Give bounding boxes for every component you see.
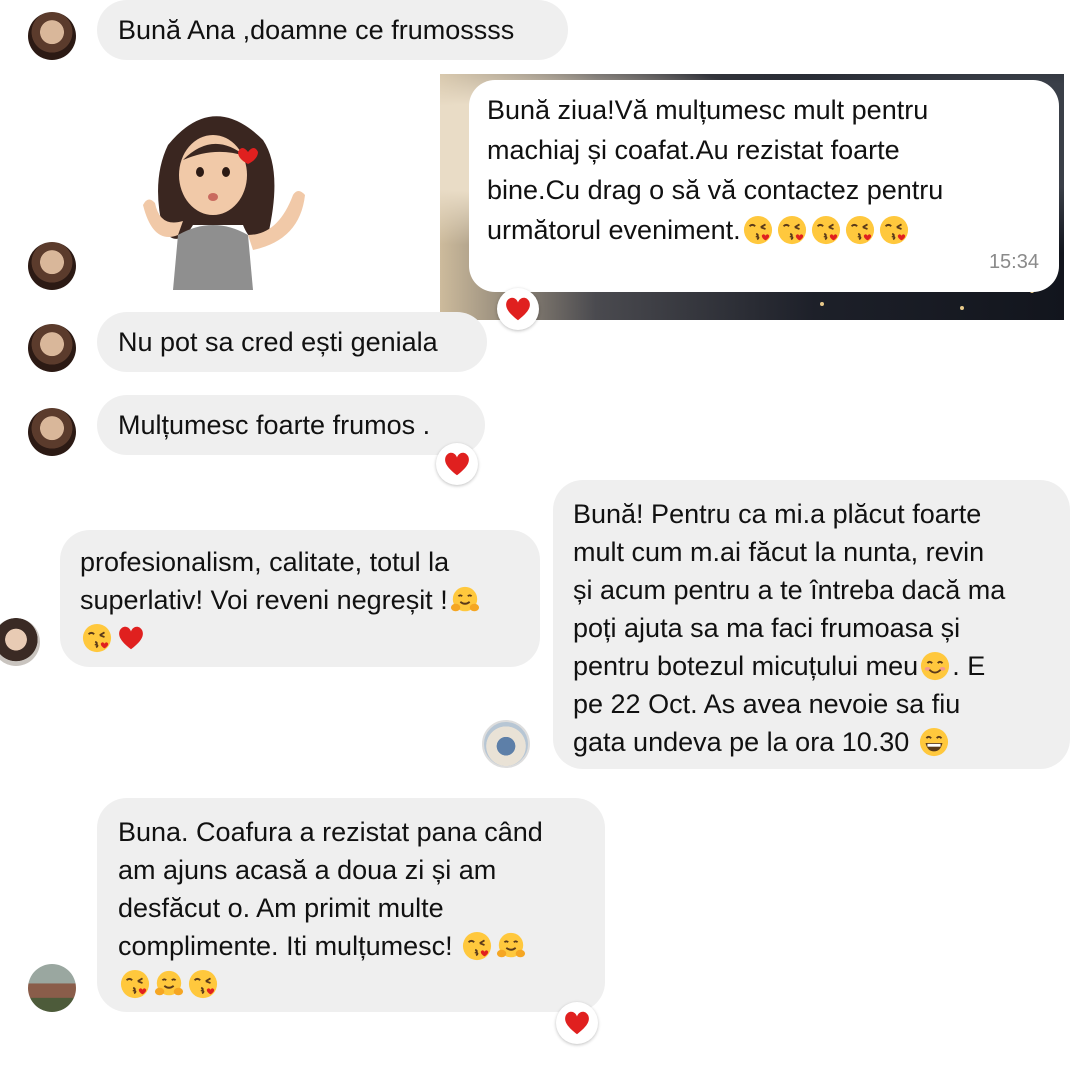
- kissing-heart-emoji: [82, 623, 112, 653]
- message-bubble[interactable]: profesionalism, calitate, totul la super…: [60, 530, 540, 667]
- avatar[interactable]: [0, 618, 40, 666]
- hugging-emoji: [154, 969, 184, 999]
- message-timestamp: 15:34: [988, 251, 1039, 273]
- reply-text-line: bine.Cu drag o să vă contactez pentru: [487, 175, 944, 205]
- heart-reaction[interactable]: [497, 288, 539, 330]
- hugging-emoji: [496, 931, 526, 961]
- message-text: Nu pot sa cred ești geniala: [118, 327, 438, 357]
- avatar[interactable]: [28, 242, 76, 290]
- red-heart-emoji: [116, 623, 146, 653]
- avatar[interactable]: [28, 964, 76, 1012]
- kissing-heart-emoji: [879, 215, 909, 245]
- message-text: Mulțumesc foarte frumos .: [118, 410, 431, 440]
- reply-text-fragment: următorul eveniment.: [487, 215, 741, 245]
- message-text-line: și acum pentru a te întreba dacă ma: [573, 575, 1006, 605]
- kissing-heart-emoji: [120, 969, 150, 999]
- avatar[interactable]: [28, 12, 76, 60]
- hugging-emoji: [450, 585, 480, 615]
- blowing-kiss-sticker-icon: [143, 116, 305, 290]
- heart-icon: [562, 1008, 592, 1038]
- message-text-fragment: pentru botezul micuțului meu: [573, 651, 919, 681]
- reply-text-line: Bună ziua!Vă mulțumesc mult pentru: [487, 95, 929, 125]
- message-bubble[interactable]: Mulțumesc foarte frumos .: [97, 395, 485, 455]
- message-text-line: Bună! Pentru ca mi.a plăcut foarte: [573, 499, 982, 529]
- message-bubble[interactable]: Bună! Pentru ca mi.a plăcut foarte mult …: [553, 480, 1070, 769]
- message-bubble[interactable]: Bună Ana ,doamne ce frumossss: [97, 0, 568, 60]
- message-text-fragment: superlativ! Voi reveni negreșit !: [80, 585, 448, 615]
- kissing-heart-emoji: [845, 215, 875, 245]
- kissing-heart-emoji: [811, 215, 841, 245]
- kissing-heart-emoji: [777, 215, 807, 245]
- message-emoji-line: [118, 965, 584, 1003]
- message-text-line: pe 22 Oct. As avea nevoie sa fiu: [573, 689, 961, 719]
- message-text: Bună Ana ,doamne ce frumossss: [118, 15, 515, 45]
- heart-icon: [503, 294, 533, 324]
- avatar[interactable]: [28, 324, 76, 372]
- message-text-line: complimente. Iti mulțumesc!: [118, 927, 584, 965]
- grinning-emoji: [919, 727, 949, 757]
- reply-text-line: machiaj și coafat.Au rezistat foarte: [487, 135, 900, 165]
- message-text-line: Buna. Coafura a rezistat pana când: [118, 817, 543, 847]
- message-text-fragment: gata undeva pe la ora 10.30: [573, 727, 910, 757]
- kissing-heart-emoji: [462, 931, 492, 961]
- message-text-line: pentru botezul micuțului meu . E: [573, 647, 1050, 685]
- avatar-sticker[interactable]: [118, 100, 308, 290]
- heart-reaction[interactable]: [436, 443, 478, 485]
- message-text-line: poți ajuta sa ma faci frumoasa și: [573, 613, 961, 643]
- message-text-line: profesionalism, calitate, totul la: [80, 547, 450, 577]
- message-text-line: desfăcut o. Am primit multe: [118, 893, 444, 923]
- message-bubble[interactable]: Buna. Coafura a rezistat pana când am aj…: [97, 798, 605, 1012]
- message-text-line: mult cum m.ai făcut la nunta, revin: [573, 537, 985, 567]
- message-text-line: superlativ! Voi reveni negreșit !: [80, 581, 520, 619]
- message-text-line: am ajuns acasă a doua zi și am: [118, 855, 497, 885]
- message-emoji-line: [80, 619, 520, 657]
- kissing-heart-emoji: [188, 969, 218, 999]
- heart-reaction[interactable]: [556, 1002, 598, 1044]
- heart-icon: [442, 449, 472, 479]
- reply-bubble[interactable]: Bună ziua!Vă mulțumesc mult pentru machi…: [469, 80, 1059, 292]
- avatar[interactable]: [28, 408, 76, 456]
- message-bubble[interactable]: Nu pot sa cred ești geniala: [97, 312, 487, 372]
- message-text-fragment: complimente. Iti mulțumesc!: [118, 931, 453, 961]
- avatar[interactable]: [482, 720, 530, 768]
- reply-text-line: următorul eveniment.: [487, 210, 1041, 250]
- message-text-fragment: . E: [952, 651, 986, 681]
- message-text-line: gata undeva pe la ora 10.30: [573, 723, 1050, 761]
- smiling-emoji: [920, 651, 950, 681]
- kissing-heart-emoji: [743, 215, 773, 245]
